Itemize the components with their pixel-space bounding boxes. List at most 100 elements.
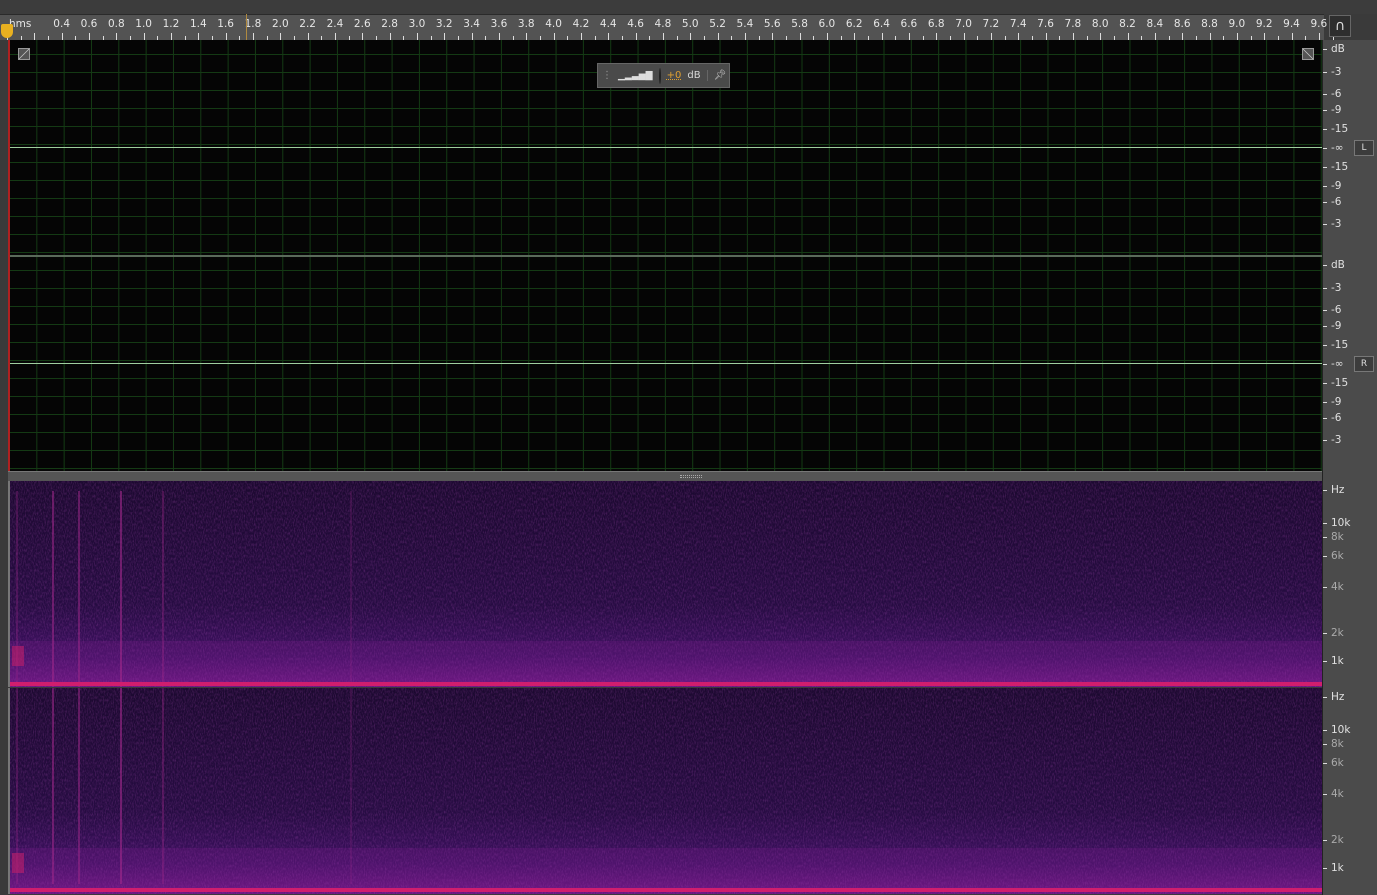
scale-tick <box>1323 288 1327 289</box>
spectral-streak <box>120 491 122 687</box>
scale-tick <box>1323 587 1327 588</box>
scale-tick <box>1323 49 1327 50</box>
ruler-tick <box>1018 33 1020 40</box>
scale-tick <box>1323 840 1327 841</box>
scale-tick <box>1323 326 1327 327</box>
scale-tick <box>1323 763 1327 764</box>
ruler-tick <box>608 33 610 40</box>
spectral-streak <box>162 491 164 687</box>
ruler-label: 8.0 <box>1091 18 1109 30</box>
ruler-tick <box>198 33 200 40</box>
ruler-label: 5.8 <box>791 18 808 30</box>
ruler-label: 9.4 <box>1283 18 1300 30</box>
scale-tick <box>1323 490 1327 491</box>
scale-label: 2k <box>1331 834 1344 846</box>
grip-icon[interactable]: ⋮ <box>602 70 612 81</box>
spectral-streak <box>120 688 122 884</box>
channel-button-l[interactable]: L <box>1354 140 1374 156</box>
scale-label: 10k <box>1331 517 1351 529</box>
scale-tick <box>1323 202 1327 203</box>
scale-tick <box>1323 148 1327 149</box>
ruler-tick <box>334 33 336 40</box>
volume-hud[interactable]: ⋮ ▁▂▃▅▇ +0 dB 📌︎ <box>597 63 730 88</box>
scale-label: 1k <box>1331 655 1344 667</box>
ruler-label: 1.4 <box>189 18 207 30</box>
ruler-label: 3.4 <box>463 18 480 30</box>
ruler-label: 7.8 <box>1064 18 1082 30</box>
ruler-tick <box>471 33 473 40</box>
ruler-tick <box>1182 33 1184 40</box>
magnet-icon[interactable]: ∩ <box>1329 15 1351 37</box>
ruler-label: 3.2 <box>435 18 453 30</box>
waveform-display[interactable] <box>8 40 1322 471</box>
scale-tick <box>1323 730 1327 731</box>
grip-icon[interactable] <box>680 475 702 478</box>
waveform-right <box>10 363 1322 364</box>
ruler-label: 1.0 <box>135 18 152 30</box>
scale-label: -3 <box>1331 282 1342 294</box>
spectral-streak <box>350 491 352 687</box>
ruler-tick <box>526 33 528 40</box>
ruler-label: 2.2 <box>299 18 316 30</box>
spectrogram-left[interactable] <box>8 481 1322 687</box>
ruler-tick <box>662 33 664 40</box>
ruler-tick <box>1209 33 1211 40</box>
ruler-label: 9.2 <box>1255 18 1273 30</box>
scale-label: -3 <box>1331 218 1342 230</box>
scale-tick <box>1323 310 1327 311</box>
current-time-indicator[interactable] <box>246 14 248 40</box>
scale-label: -∞ <box>1331 358 1344 370</box>
ruler-label: 6.2 <box>845 18 863 30</box>
scale-tick <box>1323 129 1327 130</box>
spectrogram-right[interactable] <box>8 688 1322 894</box>
scale-label: 6k <box>1331 757 1344 769</box>
scale-label: 2k <box>1331 627 1344 639</box>
scale-tick <box>1323 345 1327 346</box>
scale-label: 6k <box>1331 550 1344 562</box>
ruler-label: 6.6 <box>900 18 918 30</box>
scale-tick <box>1323 110 1327 111</box>
scale-label: Hz <box>1331 484 1345 496</box>
scale-label: dB <box>1331 43 1345 55</box>
scale-label: 4k <box>1331 581 1344 593</box>
pin-icon[interactable]: 📌︎ <box>706 70 726 81</box>
ruler-label: 4.2 <box>572 18 590 30</box>
panel-divider[interactable] <box>8 471 1322 481</box>
ruler-label: 6.0 <box>818 18 836 30</box>
ruler-tick <box>635 33 637 40</box>
scale-label: -15 <box>1331 161 1349 173</box>
time-ruler[interactable]: hms 0.4 0.6 0.8 1.0 1.2 1.4 1.6 1.8 2.0 2.2 2.4 2.6… <box>0 14 1334 40</box>
ruler-tick <box>1291 33 1293 40</box>
ruler-tick <box>1100 33 1102 40</box>
fade-out-handle-icon[interactable] <box>1302 48 1314 60</box>
level-meter-icon: ▁▂▃▅▇ <box>618 70 653 81</box>
spectrogram-image <box>10 481 1322 687</box>
channel-button-r[interactable]: R <box>1354 356 1374 372</box>
ruler-label: 4.8 <box>654 18 672 30</box>
ruler-label: 1.2 <box>162 18 180 30</box>
playhead-marker-icon[interactable] <box>1 24 13 38</box>
scale-label: 1k <box>1331 862 1344 874</box>
vertical-scale: dB -3 -6 -9 -15 -∞ -15 -9 -6 -3 LdB -3 -6 -9 -15 -∞ -15 -… <box>1322 40 1377 895</box>
scale-label: -9 <box>1331 104 1342 116</box>
ruler-tick <box>416 33 418 40</box>
scale-tick <box>1323 697 1327 698</box>
spectral-streak <box>52 491 54 687</box>
ruler-tick <box>799 33 801 40</box>
ruler-label: 2.8 <box>381 18 398 30</box>
fade-in-handle-icon[interactable] <box>18 48 30 60</box>
ruler-tick <box>1127 33 1129 40</box>
scale-tick <box>1323 383 1327 384</box>
spectral-streak <box>52 688 54 884</box>
volume-value[interactable]: +0 <box>667 70 682 81</box>
ruler-label: 8.4 <box>1146 18 1164 30</box>
spectral-streak <box>162 688 164 884</box>
top-strip <box>0 0 1377 14</box>
ruler-label: 7.0 <box>955 18 972 30</box>
ruler-tick <box>881 33 883 40</box>
ruler-tick <box>772 33 774 40</box>
volume-knob-icon[interactable] <box>658 67 661 84</box>
ruler-tick <box>1236 33 1238 40</box>
scale-label: -9 <box>1331 320 1342 332</box>
ruler-label: 5.2 <box>709 18 726 30</box>
